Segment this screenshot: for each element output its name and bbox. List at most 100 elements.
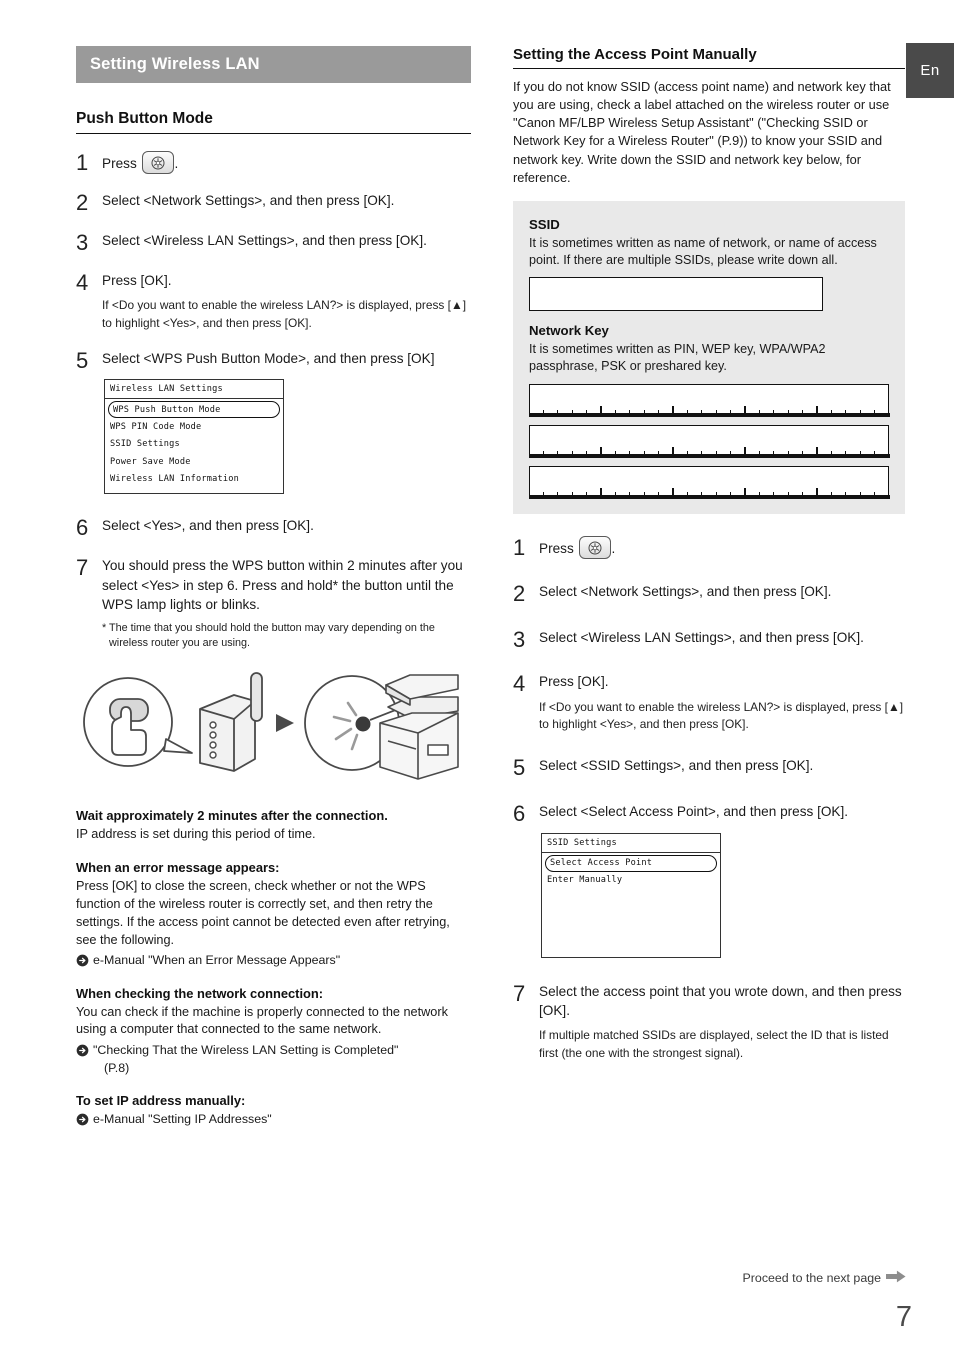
- step-sub-text: If <Do you want to enable the wireless L…: [102, 298, 467, 330]
- step-main-text: Select <WPS Push Button Mode>, and then …: [102, 350, 435, 366]
- lcd-screen-ssid-settings: SSID Settings Select Access Point Enter …: [541, 832, 721, 958]
- step-6: 6 Select <Select Access Point>, and then…: [513, 802, 905, 958]
- step-5: 5 Select <SSID Settings>, and then press…: [513, 756, 905, 779]
- network-key-write-in-field[interactable]: [528, 384, 890, 417]
- manual-page: En Setting Wireless LAN Push Button Mode…: [0, 0, 954, 1348]
- step-number: 4: [76, 270, 89, 295]
- network-key-write-in-field[interactable]: [528, 425, 890, 458]
- step-text: Select <Network Settings>, and then pres…: [102, 193, 395, 208]
- step-text: Press [OK]. If <Do you want to enable th…: [539, 672, 905, 733]
- step-3: 3 Select <Wireless LAN Settings>, and th…: [513, 628, 905, 651]
- lcd-menu-item[interactable]: Power Save Mode: [105, 453, 283, 470]
- block-heading: When an error message appears:: [76, 860, 280, 876]
- reference-page: (P.8): [104, 1060, 130, 1075]
- menu-key-icon: [141, 151, 174, 174]
- left-column: Setting Wireless LAN Push Button Mode 1 …: [76, 46, 471, 1128]
- lcd-menu-list: Select Access Point Enter Manually: [542, 853, 720, 957]
- lcd-menu-item-selected[interactable]: Select Access Point: [545, 854, 717, 872]
- step-3: 3 Select <Wireless LAN Settings>, and th…: [76, 231, 471, 254]
- wps-connection-illustration: [80, 667, 471, 792]
- reference-link[interactable]: e-Manual "Setting IP Addresses": [76, 1111, 471, 1128]
- field-tick-marks: [530, 447, 888, 457]
- step-text: Select <Wireless LAN Settings>, and then…: [539, 630, 864, 646]
- step-text: Select <WPS Push Button Mode>, and then …: [102, 349, 471, 495]
- step-text-before: Press: [539, 541, 574, 557]
- step-text: Press .: [102, 151, 471, 174]
- step-6: 6 Select <Yes>, and then press [OK].: [76, 516, 471, 539]
- lcd-title: Wireless LAN Settings: [105, 380, 283, 400]
- reference-link[interactable]: e-Manual "When an Error Message Appears": [76, 952, 471, 969]
- lcd-menu-item-selected[interactable]: WPS Push Button Mode: [108, 401, 280, 419]
- step-1: 1 Press .: [513, 536, 905, 560]
- proceed-label: Proceed to the next page: [742, 1271, 881, 1285]
- step-text: Select the access point that you wrote d…: [539, 982, 905, 1062]
- step-text-before: Press: [102, 156, 137, 171]
- sub-heading-push-button-mode: Push Button Mode: [76, 110, 471, 134]
- step-main-text: Press [OK].: [102, 273, 172, 288]
- step-text: You should press the WPS button within 2…: [102, 556, 471, 651]
- reference-text: e-Manual "When an Error Message Appears": [93, 953, 341, 968]
- lcd-screen-wireless-lan-settings: Wireless LAN Settings WPS Push Button Mo…: [104, 379, 284, 495]
- arrow-circle-icon: [76, 1044, 89, 1057]
- step-number: 4: [513, 671, 526, 697]
- step-number: 7: [76, 555, 89, 581]
- step-text: Select <Select Access Point>, and then p…: [539, 802, 905, 958]
- right-column: Setting the Access Point Manually If you…: [513, 46, 905, 1062]
- step-number: 6: [513, 801, 526, 827]
- ssid-write-in-field[interactable]: [529, 276, 823, 311]
- block-heading: To set IP address manually:: [76, 1092, 246, 1108]
- step-4: 4 Press [OK]. If <Do you want to enable …: [76, 271, 471, 332]
- reference-text: e-Manual "Setting IP Addresses": [93, 1111, 272, 1126]
- step-number: 6: [76, 515, 89, 541]
- arrow-circle-icon: [76, 954, 89, 967]
- step-number: 7: [513, 980, 526, 1006]
- intro-paragraph: If you do not know SSID (access point na…: [513, 79, 891, 185]
- ssid-description: It is sometimes written as name of netwo…: [529, 235, 877, 268]
- step-2: 2 Select <Network Settings>, and then pr…: [76, 191, 471, 214]
- lcd-title: SSID Settings: [542, 834, 720, 853]
- step-number: 3: [513, 627, 526, 653]
- step-2: 2 Select <Network Settings>, and then pr…: [513, 582, 905, 605]
- menu-key-icon: [578, 536, 611, 560]
- field-tick-marks: [530, 406, 888, 416]
- step-number: 3: [76, 230, 89, 255]
- step-7: 7 Select the access point that you wrote…: [513, 982, 905, 1062]
- block-body: You can check if the machine is properly…: [76, 1004, 448, 1037]
- block-ip-manual: To set IP address manually: e-Manual "Se…: [76, 1093, 471, 1128]
- network-key-write-in-field[interactable]: [528, 466, 890, 499]
- arrow-circle-icon: [76, 1113, 89, 1126]
- block-wait-notice: Wait approximately 2 minutes after the c…: [76, 808, 471, 844]
- step-text-after: .: [174, 156, 179, 171]
- step-text: Select <Yes>, and then press [OK].: [102, 518, 314, 534]
- step-footnote: * The time that you should hold the butt…: [102, 622, 435, 650]
- step-text: Select <Wireless LAN Settings>, and then…: [102, 233, 427, 248]
- lcd-menu-item[interactable]: WPS PIN Code Mode: [105, 418, 283, 435]
- step-number: 2: [513, 581, 526, 607]
- step-text-after: .: [611, 541, 616, 557]
- lcd-menu-item[interactable]: Enter Manually: [542, 872, 720, 889]
- lcd-menu-item[interactable]: Wireless LAN Information: [105, 470, 283, 487]
- step-text: Select <Network Settings>, and then pres…: [539, 584, 832, 600]
- proceed-next-page[interactable]: Proceed to the next page: [743, 1270, 906, 1286]
- step-5: 5 Select <WPS Push Button Mode>, and the…: [76, 349, 471, 495]
- reference-text: "Checking That the Wireless LAN Setting …: [93, 1042, 471, 1077]
- block-check-network: When checking the network connection: Yo…: [76, 986, 471, 1077]
- reference-link[interactable]: "Checking That the Wireless LAN Setting …: [76, 1042, 471, 1077]
- step-number: 5: [513, 755, 526, 781]
- lcd-menu-list: WPS Push Button Mode WPS PIN Code Mode S…: [105, 399, 283, 493]
- step-number: 1: [76, 150, 89, 175]
- page-number: 7: [895, 1301, 912, 1333]
- block-body: IP address is set during this period of …: [76, 827, 316, 842]
- ssid-label: SSID: [529, 216, 560, 232]
- step-main-text: Select <Select Access Point>, and then p…: [539, 804, 849, 820]
- lcd-menu-item[interactable]: SSID Settings: [105, 436, 283, 453]
- step-main-text: Press [OK].: [539, 674, 609, 690]
- step-4: 4 Press [OK]. If <Do you want to enable …: [513, 672, 905, 733]
- field-tick-marks: [530, 488, 888, 498]
- reference-title: "Checking That the Wireless LAN Setting …: [93, 1043, 399, 1058]
- network-key-description: It is sometimes written as PIN, WEP key,…: [529, 341, 826, 374]
- step-text: Press .: [539, 536, 905, 560]
- step-text: Select <SSID Settings>, and then press […: [539, 758, 814, 774]
- step-1: 1 Press .: [76, 151, 471, 174]
- language-tab: En: [906, 43, 954, 98]
